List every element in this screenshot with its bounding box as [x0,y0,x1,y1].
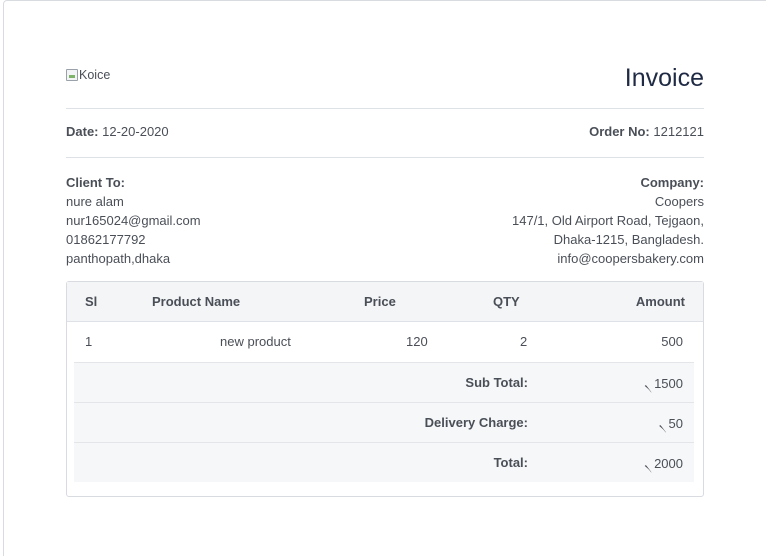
table-row: 1 new product 120 2 500 [74,322,694,362]
divider [66,108,704,109]
subtotal-amount: ৲ 1500 [644,375,683,396]
total-label: Total: [493,455,528,470]
column-header-product: Product Name [152,294,241,309]
invoice-table: Sl Product Name Price QTY Amount 1 new p… [66,281,704,497]
order-number: Order No: 1212121 [589,124,704,139]
invoice-date: Date: 12-20-2020 [66,124,169,139]
cell-qty: 2 [520,334,528,349]
client-name: nure alam [66,194,124,209]
subtotal-value: 1500 [654,376,683,391]
order-value: 1212121 [653,124,704,139]
cell-sl: 1 [85,334,93,349]
subtotal-row: Sub Total: ৲ 1500 [74,362,694,402]
cell-amount: 500 [661,334,683,349]
delivery-label: Delivery Charge: [424,415,528,430]
client-location: panthopath,dhaka [66,251,171,266]
invoice-meta: Date: 12-20-2020 Order No: 1212121 [66,124,704,140]
divider [66,157,704,158]
total-value: 2000 [654,456,683,471]
company-address-line1: 147/1, Old Airport Road, Tejgaon, [512,213,704,228]
invoice-header: Koice Invoice [66,60,704,100]
delivery-row: Delivery Charge: ৲ 50 [74,402,694,442]
client-heading: Client To: [66,175,125,190]
broken-image-icon [66,69,78,81]
subtotal-label: Sub Total: [465,375,528,390]
total-amount: ৲ 2000 [644,455,683,476]
cell-price: 120 [406,334,428,349]
company-address: Company: Coopers 147/1, Old Airport Road… [512,173,704,268]
company-heading: Company: [640,175,704,190]
currency-symbol: ৲ [644,376,653,391]
column-header-qty: QTY [493,294,520,309]
company-name: Coopers [654,194,704,209]
client-address: Client To: nure alam nur165024@gmail.com… [66,173,201,268]
table-header: Sl Product Name Price QTY Amount [67,282,703,322]
delivery-value: 50 [668,416,683,431]
client-phone: 01862177792 [66,232,146,247]
page-title: Invoice [624,64,704,92]
date-value: 12-20-2020 [102,124,169,139]
currency-symbol: ৲ [658,416,667,431]
currency-symbol: ৲ [644,456,653,471]
column-header-price: Price [364,294,396,309]
column-header-sl: Sl [85,294,98,309]
company-address-line2: Dhaka-1215, Bangladesh. [553,232,704,247]
cell-product: new product [220,334,291,349]
company-email: info@coopersbakery.com [557,251,704,266]
delivery-amount: ৲ 50 [659,415,683,436]
date-label: Date: [66,124,99,139]
logo-alt-text: Koice [79,68,111,82]
order-label: Order No: [589,124,650,139]
total-row: Total: ৲ 2000 [74,442,694,482]
company-logo: Koice [66,68,110,82]
client-email: nur165024@gmail.com [66,213,201,228]
column-header-amount: Amount [635,294,685,309]
